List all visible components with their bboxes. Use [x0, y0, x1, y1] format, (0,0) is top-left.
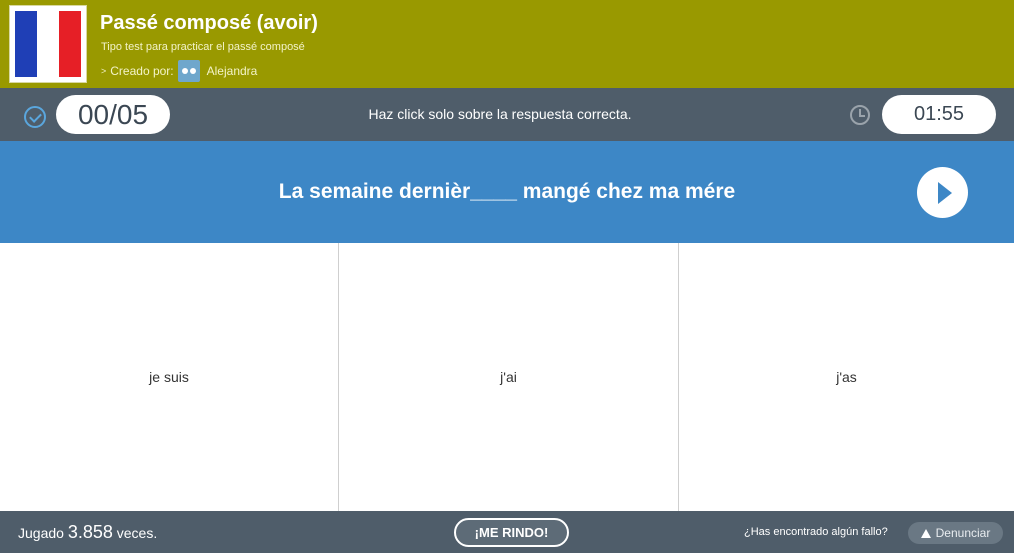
- play-icon: [938, 182, 952, 204]
- chevron-right-icon: >: [101, 66, 107, 76]
- question-panel: La semaine dernièr____ mangé chez ma mér…: [0, 141, 1014, 243]
- flag-image: [15, 11, 81, 77]
- score-counter: 00/05: [56, 95, 170, 134]
- answer-option-1[interactable]: je suis: [0, 243, 339, 511]
- next-question-button[interactable]: [917, 167, 968, 218]
- play-count: Jugado 3.858 veces.: [18, 511, 157, 553]
- check-circle-icon: [24, 106, 46, 128]
- quiz-subtitle: Tipo test para practicar el passé compos…: [101, 41, 305, 53]
- quiz-footer: Jugado 3.858 veces. ¡ME RINDO! ¿Has enco…: [0, 511, 1014, 553]
- quiz-header: Passé composé (avoir) Tipo test para pra…: [0, 0, 1014, 88]
- clock-icon: [850, 105, 870, 125]
- answer-option-3[interactable]: j'as: [679, 243, 1014, 511]
- flag-white-stripe: [37, 11, 59, 77]
- played-suffix: veces.: [116, 525, 158, 541]
- avatar-eye-icon: [181, 68, 188, 74]
- france-flag: [9, 5, 87, 83]
- creator-label: Creado por:: [110, 64, 174, 78]
- avatar[interactable]: [177, 60, 200, 82]
- flag-red-stripe: [59, 11, 81, 77]
- report-button[interactable]: Denunciar: [908, 522, 1003, 544]
- found-error-text: ¿Has encontrado algún fallo?: [744, 526, 888, 538]
- creator-info: > Creado por: Alejandra: [101, 60, 257, 82]
- answer-option-2[interactable]: j'ai: [339, 243, 679, 511]
- report-label: Denunciar: [935, 526, 991, 540]
- timer: 01:55: [882, 95, 996, 134]
- flag-blue-stripe: [15, 11, 37, 77]
- creator-name-link[interactable]: Alejandra: [207, 64, 258, 78]
- warning-icon: [920, 528, 931, 538]
- avatar-eye-icon: [189, 68, 196, 74]
- answer-options: je suis j'ai j'as: [0, 243, 1014, 511]
- give-up-button[interactable]: ¡ME RINDO!: [454, 518, 569, 547]
- quiz-title: Passé composé (avoir): [100, 12, 318, 34]
- played-count: 3.858: [67, 522, 113, 542]
- played-prefix: Jugado: [18, 525, 64, 541]
- question-text: La semaine dernièr____ mangé chez ma mér…: [278, 180, 736, 203]
